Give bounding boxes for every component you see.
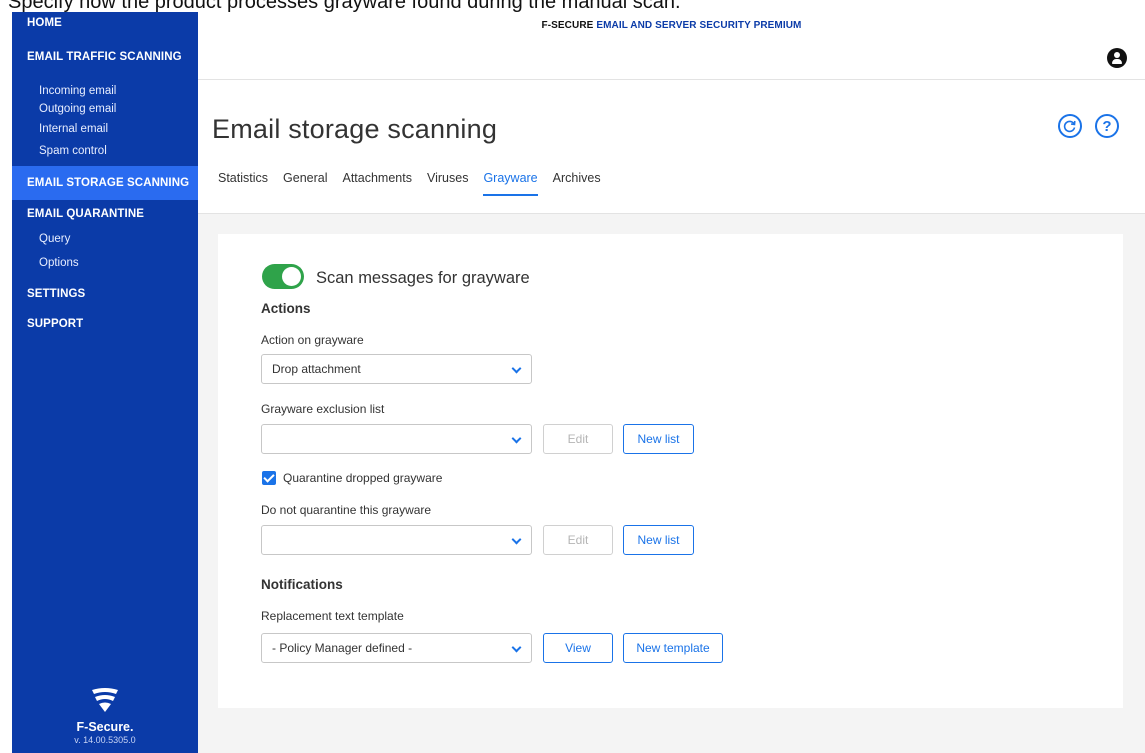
caption-text: Specify how the product processes graywa… [8,0,681,12]
no-quarantine-label: Do not quarantine this grayware [261,503,432,517]
tab-viruses[interactable]: Viruses [427,171,468,196]
replacement-template-label: Replacement text template [261,609,404,623]
tab-grayware[interactable]: Grayware [483,171,538,196]
sidebar-item-email-quarantine[interactable]: EMAIL QUARANTINE [12,200,198,233]
tab-statistics[interactable]: Statistics [218,171,268,196]
no-quarantine-select[interactable] [261,525,532,555]
page-title: Email storage scanning [212,114,498,144]
sidebar-item-support[interactable]: SUPPORT [12,309,198,337]
action-on-grayware-label: Action on grayware [261,333,364,347]
user-account-icon[interactable] [1107,48,1127,68]
notifications-heading: Notifications [261,577,343,592]
sidebar-item-outgoing-email[interactable]: Outgoing email [12,101,198,120]
refresh-glyph-icon [1063,120,1076,133]
sidebar-item-incoming-email[interactable]: Incoming email [12,77,198,101]
main-content: Scan messages for grayware Actions Actio… [198,214,1145,753]
brand-name: F-Secure. [76,720,134,734]
quarantine-dropped-checkbox[interactable] [262,471,276,485]
sidebar-item-home[interactable]: HOME [12,12,198,37]
scan-grayware-toggle[interactable] [262,264,304,289]
refresh-icon[interactable] [1058,114,1082,138]
sidebar-item-internal-email[interactable]: Internal email [12,120,198,145]
version-label: v. 14.00.5305.0 [74,735,136,745]
sidebar-item-settings[interactable]: SETTINGS [12,279,198,309]
product-name: EMAIL AND SERVER SECURITY PREMIUM [596,20,802,31]
f-secure-logo-icon [92,688,118,712]
quarantine-dropped-label: Quarantine dropped grayware [283,471,443,485]
action-on-grayware-value: Drop attachment [272,362,361,376]
chevron-down-icon [511,363,522,374]
product-prefix: F-SECURE [541,20,594,31]
page-header: Email storage scanning ? Statistics Gene… [198,81,1145,214]
actions-heading: Actions [261,301,311,316]
scan-grayware-label: Scan messages for grayware [316,269,530,287]
chevron-down-icon [511,534,522,545]
chevron-down-icon [511,433,522,444]
tab-general[interactable]: General [283,171,327,196]
top-header: F-SECURE EMAIL AND SERVER SECURITY PREMI… [198,12,1145,80]
help-icon[interactable]: ? [1095,114,1119,138]
exclusion-edit-button[interactable]: Edit [543,424,613,454]
tab-archives[interactable]: Archives [553,171,601,196]
no-quarantine-new-list-button[interactable]: New list [623,525,694,555]
tab-bar: Statistics General Attachments Viruses G… [218,171,616,196]
tab-attachments[interactable]: Attachments [343,171,412,196]
exclusion-new-list-button[interactable]: New list [623,424,694,454]
exclusion-list-label: Grayware exclusion list [261,402,385,416]
brand: F-Secure. v. 14.00.5305.0 [12,687,198,745]
chevron-down-icon [511,642,522,653]
sidebar-item-spam-control[interactable]: Spam control [12,145,198,166]
sidebar-item-email-storage-scanning[interactable]: EMAIL STORAGE SCANNING [12,166,198,200]
caption-strip: Specify how the product processes graywa… [0,0,1145,12]
sidebar-item-query[interactable]: Query [12,233,198,255]
grayware-settings-card: Scan messages for grayware Actions Actio… [218,234,1123,708]
no-quarantine-edit-button[interactable]: Edit [543,525,613,555]
action-on-grayware-select[interactable]: Drop attachment [261,354,532,384]
template-view-button[interactable]: View [543,633,613,663]
sidebar: HOME EMAIL TRAFFIC SCANNING Incoming ema… [12,12,198,753]
sidebar-nav: HOME EMAIL TRAFFIC SCANNING Incoming ema… [12,12,198,337]
sidebar-item-email-traffic-scanning[interactable]: EMAIL TRAFFIC SCANNING [12,37,198,77]
new-template-button[interactable]: New template [623,633,723,663]
replacement-template-value: - Policy Manager defined - [272,641,413,655]
product-title: F-SECURE EMAIL AND SERVER SECURITY PREMI… [198,20,1145,31]
sidebar-item-options[interactable]: Options [12,255,198,279]
replacement-template-select[interactable]: - Policy Manager defined - [261,633,532,663]
exclusion-list-select[interactable] [261,424,532,454]
